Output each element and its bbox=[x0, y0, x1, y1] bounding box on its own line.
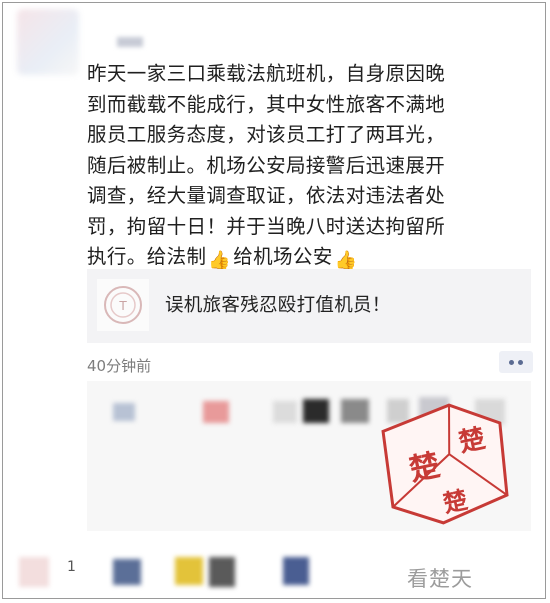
dot-icon bbox=[518, 359, 523, 365]
page-marker: 1 bbox=[67, 559, 76, 575]
post-body-tail: 给机场公安 bbox=[233, 245, 333, 268]
blurred-avatar[interactable] bbox=[113, 403, 135, 421]
svg-text:T: T bbox=[118, 299, 127, 313]
shared-link-card[interactable]: T 误机旅客残忍殴打值机员！ bbox=[87, 269, 531, 343]
post-text: 昨天一家三口乘载法航班机，自身原因晚 到而截载不能成行，其中女性旅客不满地 服员… bbox=[87, 59, 527, 277]
avatar[interactable] bbox=[17, 9, 79, 75]
blurred-avatar[interactable] bbox=[273, 401, 297, 423]
author-name-blurred[interactable] bbox=[117, 37, 143, 47]
more-options-button[interactable] bbox=[499, 351, 533, 373]
watermark-text: 看楚天 bbox=[407, 567, 473, 591]
post-body: 昨天一家三口乘载法航班机，自身原因晚 到而截载不能成行，其中女性旅客不满地 服员… bbox=[87, 62, 446, 268]
blurred-avatar[interactable] bbox=[303, 399, 329, 423]
post-time: 40分钟前 bbox=[87, 357, 152, 375]
blurred-avatar[interactable] bbox=[283, 557, 309, 585]
shared-link-title: 误机旅客残忍殴打值机员！ bbox=[165, 295, 391, 316]
blurred-avatar[interactable] bbox=[113, 559, 141, 585]
moments-post-frame: 昨天一家三口乘载法航班机，自身原因晚 到而截载不能成行，其中女性旅客不满地 服员… bbox=[2, 2, 546, 599]
shared-link-thumbnail: T bbox=[97, 279, 149, 331]
emblem-icon: T bbox=[104, 286, 142, 324]
blurred-avatar[interactable] bbox=[175, 557, 203, 585]
dot-icon bbox=[509, 359, 514, 365]
blurred-avatar[interactable] bbox=[209, 557, 235, 587]
blurred-avatar[interactable] bbox=[19, 557, 49, 587]
blurred-avatar[interactable] bbox=[203, 401, 229, 423]
blurred-avatar[interactable] bbox=[341, 399, 369, 423]
seal-stamp-logo: 楚 楚 楚 bbox=[381, 403, 509, 525]
